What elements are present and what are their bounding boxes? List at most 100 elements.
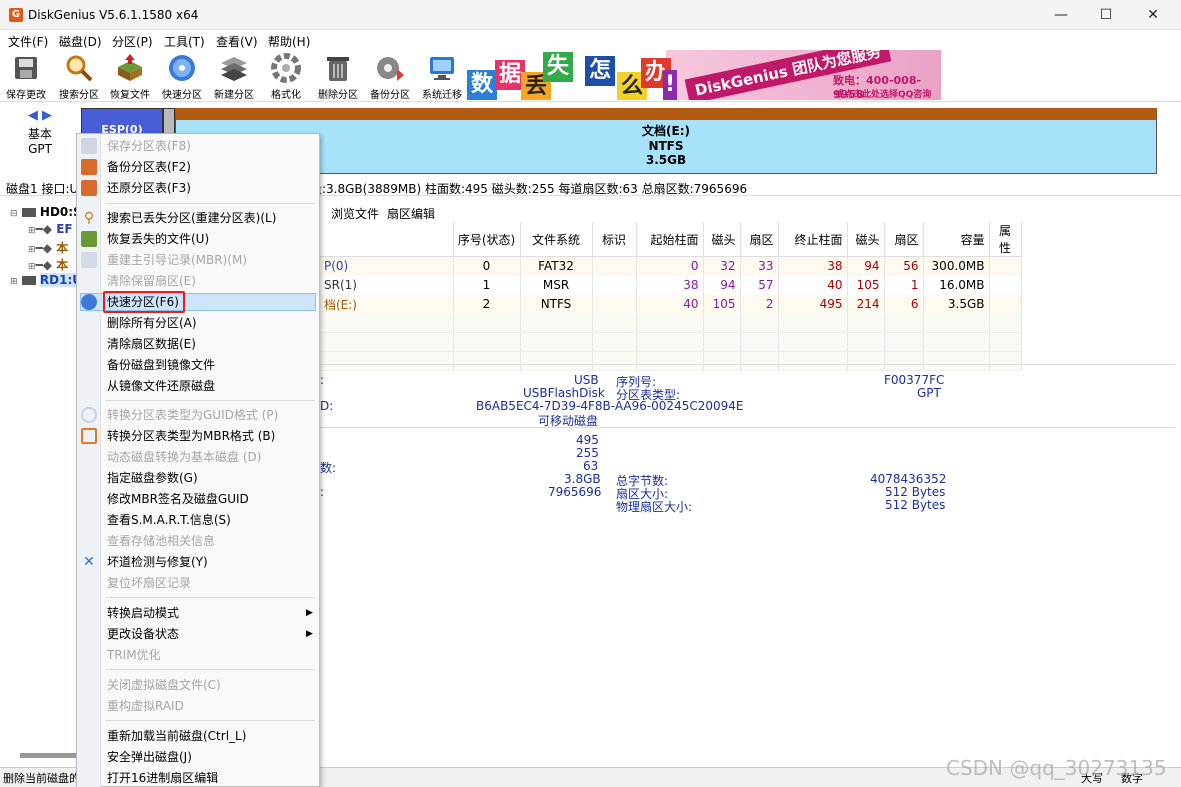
tree-scrollbar[interactable] xyxy=(20,753,78,758)
disk-summary-right: 量:3.8GB(3889MB) 柱面数:495 磁头数:255 每道扇区数:63… xyxy=(310,182,748,196)
cell-start-sec: 57 xyxy=(740,275,779,295)
menu-item-disk-params[interactable]: 指定磁盘参数(G) xyxy=(107,469,198,487)
menu-item-recover-files[interactable]: 恢复丢失的文件(U) xyxy=(107,230,209,248)
col-header[interactable]: 标识 xyxy=(592,222,637,257)
close-button[interactable]: ✕ xyxy=(1130,0,1176,30)
col-header[interactable] xyxy=(320,222,454,257)
menu-item-smart[interactable]: 查看S.M.A.R.T.信息(S) xyxy=(107,511,231,529)
tab-sector-edit[interactable]: 扇区编辑 xyxy=(387,205,435,222)
maximize-button[interactable]: ☐ xyxy=(1083,0,1129,30)
cell-end-head: 94 xyxy=(847,256,885,276)
cell-size: 16.0MB xyxy=(923,275,990,295)
menu-item-clear-reserved: 清除保留扇区(E) xyxy=(107,274,196,288)
menu-item-trim: TRIM优化 xyxy=(107,648,161,662)
recover-icon xyxy=(81,231,97,247)
menu-item-backup-image[interactable]: 备份磁盘到镜像文件 xyxy=(107,356,215,374)
banner-qq-link[interactable]: 或点击此处选择QQ咨询 xyxy=(835,87,931,100)
toolbar-label: 恢复文件 xyxy=(110,90,150,101)
tree-node-local2[interactable]: ⊞━◆ 本 xyxy=(28,256,68,273)
delete-partition-button[interactable]: 删除分区 xyxy=(313,52,363,101)
divider xyxy=(320,427,1175,428)
menu-item-boot-mode[interactable]: 转换启动模式 xyxy=(107,604,179,622)
table-row[interactable]: P(0) 0 FAT32 0 32 33 38 94 56 300.0MB xyxy=(320,256,1022,276)
recover-files-button[interactable]: 恢复文件 xyxy=(105,52,155,101)
cell-index: 1 xyxy=(453,275,521,295)
col-header[interactable]: 起始柱面 xyxy=(636,222,704,257)
col-header[interactable]: 文件系统 xyxy=(520,222,593,257)
cell-end-cyl: 38 xyxy=(778,256,848,276)
detail-serial: F00377FC xyxy=(884,373,945,387)
disk-scheme: GPT xyxy=(28,142,52,156)
disk-nav-arrows[interactable]: ◀ ▶ xyxy=(0,108,80,123)
menu-item-backup-table[interactable]: 备份分区表(F2) xyxy=(107,158,191,176)
cell-attr xyxy=(989,294,1022,314)
new-partition-button[interactable]: 新建分区 xyxy=(209,52,259,101)
col-header[interactable]: 序号(状态) xyxy=(453,222,521,257)
mbr-icon xyxy=(81,252,97,268)
menu-item-bad-sectors[interactable]: 坏道检测与修复(Y) xyxy=(107,553,208,571)
partition-table: 序号(状态) 文件系统 标识 起始柱面 磁头 扇区 终止柱面 磁头 扇区 容量 … xyxy=(320,222,1175,371)
col-header[interactable]: 属性 xyxy=(989,222,1022,257)
tree-node-label: EF xyxy=(56,222,73,236)
col-header[interactable]: 扇区 xyxy=(884,222,924,257)
tree-node-rd1[interactable]: ⊞ RD1:U xyxy=(10,273,83,287)
tree-node-efi[interactable]: ⊞━◆ EF xyxy=(28,222,73,236)
tree-node-local1[interactable]: ⊞━◆ 本 xyxy=(28,239,68,256)
menu-item-rebuild-raid: 重构虚拟RAID xyxy=(107,699,184,713)
app-icon: G xyxy=(9,8,23,22)
menu-item-close-vdisk: 关闭虚拟磁盘文件(C) xyxy=(107,678,221,692)
menu-item-hex-editor[interactable]: 打开16进制扇区编辑 xyxy=(107,769,218,787)
menu-help[interactable]: 帮助(H) xyxy=(268,33,310,50)
toolbar-label: 搜索分区 xyxy=(59,90,99,101)
table-row[interactable]: SR(1) 1 MSR 38 94 57 40 105 1 16.0MB xyxy=(320,275,1022,295)
quick-partition-button[interactable]: 快速分区 xyxy=(157,52,207,101)
menu-item-search-lost[interactable]: 搜索已丢失分区(重建分区表)(L) xyxy=(107,209,276,227)
menu-item-restore-image[interactable]: 从镜像文件还原磁盘 xyxy=(107,377,215,395)
menu-file[interactable]: 文件(F) xyxy=(8,33,48,50)
detail-sector-size: 512 Bytes xyxy=(885,485,946,499)
menu-item-save-table: 保存分区表(F8) xyxy=(107,139,191,153)
tab-browse-files[interactable]: 浏览文件 xyxy=(331,205,379,222)
menu-item-restore-table[interactable]: 还原分区表(F3) xyxy=(107,179,191,197)
tools-icon: ✕ xyxy=(83,554,95,570)
detail-model: USBFlashDisk xyxy=(523,386,605,400)
menu-item-dynamic-to-basic: 动态磁盘转换为基本磁盘 (D) xyxy=(107,450,262,464)
menu-view[interactable]: 查看(V) xyxy=(216,33,258,50)
trash-icon xyxy=(323,53,353,83)
cell-start-cyl: 40 xyxy=(636,294,704,314)
cell-attr xyxy=(989,256,1022,276)
detail-interface-label: : xyxy=(320,373,325,387)
menu-item-eject-disk[interactable]: 安全弹出磁盘(J) xyxy=(107,748,192,766)
minimize-button[interactable]: — xyxy=(1038,0,1084,30)
menu-tools[interactable]: 工具(T) xyxy=(164,33,205,50)
partition-block-e[interactable]: 文档(E:) NTFS 3.5GB xyxy=(175,108,1157,174)
col-header[interactable]: 磁头 xyxy=(847,222,885,257)
cell-flag xyxy=(592,256,637,276)
menu-item-convert-mbr[interactable]: 转换分区表类型为MBR格式 (B) xyxy=(107,427,275,445)
col-header[interactable]: 终止柱面 xyxy=(778,222,848,257)
ad-banner[interactable]: 数 据 丢 失 怎 么 办 ! DiskGenius 团队为您服务 致电：400… xyxy=(467,50,941,100)
col-header[interactable]: 磁头 xyxy=(703,222,741,257)
backup-partition-button[interactable]: 备份分区 xyxy=(365,52,415,101)
menu-disk[interactable]: 磁盘(D) xyxy=(59,33,102,50)
menu-item-reload-disk[interactable]: 重新加载当前磁盘(Ctrl_L) xyxy=(107,727,246,745)
tree-node-hd0[interactable]: ⊟ HD0:S xyxy=(10,205,82,219)
cell-size: 3.5GB xyxy=(923,294,990,314)
format-button[interactable]: 格式化 xyxy=(261,52,311,101)
menu-item-delete-all[interactable]: 删除所有分区(A) xyxy=(107,314,197,332)
search-partition-button[interactable]: 搜索分区 xyxy=(54,52,104,101)
system-migration-button[interactable]: 系统迁移 xyxy=(417,52,467,101)
menu-item-convert-guid: 转换分区表类型为GUID格式 (P) xyxy=(107,408,279,422)
save-changes-button[interactable]: 保存更改 xyxy=(1,52,51,101)
table-row[interactable]: 档(E:) 2 NTFS 40 105 2 495 214 6 3.5GB xyxy=(320,294,1022,314)
col-header[interactable]: 扇区 xyxy=(740,222,779,257)
toolbar-label: 快速分区 xyxy=(162,90,202,101)
menu-item-device-state[interactable]: 更改设备状态 xyxy=(107,625,179,643)
menu-item-mbr-signature[interactable]: 修改MBR签名及磁盘GUID xyxy=(107,490,249,508)
new-partition-layers-icon xyxy=(219,53,249,83)
menu-item-clear-sectors[interactable]: 清除扇区数据(E) xyxy=(107,335,196,353)
cell-end-sec: 1 xyxy=(884,275,924,295)
menu-partition[interactable]: 分区(P) xyxy=(112,33,153,50)
col-header[interactable]: 容量 xyxy=(923,222,990,257)
cell-end-cyl: 495 xyxy=(778,294,848,314)
